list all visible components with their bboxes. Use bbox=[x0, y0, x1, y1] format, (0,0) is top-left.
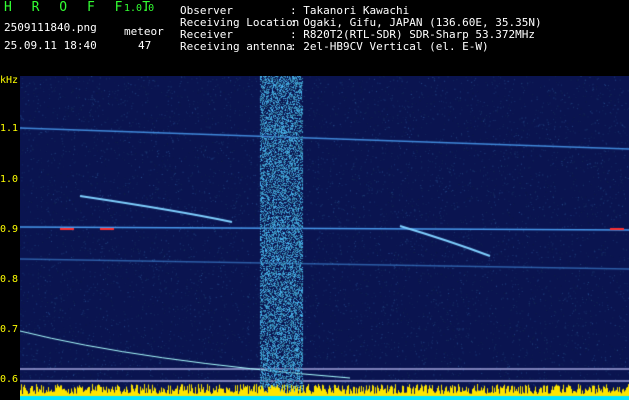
info-key-antenna: Receiving antenna bbox=[180, 40, 293, 53]
meteor-count: 47 bbox=[138, 39, 152, 52]
file-name: 2509111840.png bbox=[4, 21, 97, 34]
y-tick-label: 0.9 bbox=[0, 224, 19, 235]
y-tick-label: 1.0 bbox=[0, 174, 19, 185]
info-header: H R O F F T 1.0.0 2509111840.png 25.09.1… bbox=[0, 0, 629, 75]
meteor-label: meteor bbox=[124, 25, 164, 38]
y-tick-label: 0.8 bbox=[0, 274, 19, 285]
y-tick-label: 1.1 bbox=[0, 123, 19, 134]
info-value-antenna: : 2el-HB9CV Vertical (el. E-W) bbox=[290, 40, 489, 53]
frequency-axis: 1.1 1.0 0.9 0.8 0.7 0.6 bbox=[0, 93, 20, 400]
spectrogram-canvas[interactable] bbox=[20, 76, 629, 400]
file-datetime: 25.09.11 18:40 bbox=[4, 39, 97, 52]
app-version: 1.0.0 bbox=[124, 3, 155, 14]
y-tick-label: 0.7 bbox=[0, 324, 19, 335]
y-tick-label: 0.6 bbox=[0, 374, 19, 385]
y-unit-label: kHz bbox=[0, 75, 19, 86]
